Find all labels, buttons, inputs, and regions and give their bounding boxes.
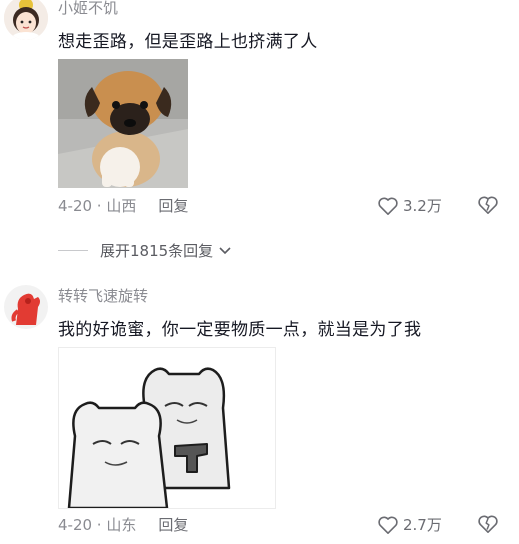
comment-image-meme[interactable] (58, 347, 276, 509)
reply-button[interactable]: 回复 (158, 195, 188, 216)
comment-image-puppy[interactable] (58, 59, 188, 188)
puppy-photo-icon (58, 59, 188, 188)
like-button[interactable]: 3.2万 (377, 195, 442, 216)
avatar-red-figure-icon (4, 285, 48, 329)
comment-text: 想走歪路，但是歪路上也挤满了人 (58, 32, 318, 52)
comment-username[interactable]: 小姬不饥 (58, 0, 118, 18)
expand-replies-label: 展开1815条回复 (100, 242, 214, 260)
chevron-down-icon (219, 246, 231, 254)
like-button[interactable]: 2.7万 (377, 514, 442, 535)
meme-cats-icon (59, 348, 275, 508)
dislike-button[interactable] (477, 514, 499, 538)
comment-text: 我的好诡蜜，你一定要物质一点，就当是为了我 (58, 320, 422, 340)
like-count: 3.2万 (403, 197, 442, 215)
comment-meta: 4-20 · 山东 回复 (58, 514, 188, 535)
avatar-cartoon-girl-icon (4, 0, 48, 40)
broken-heart-icon (478, 515, 498, 533)
dislike-button[interactable] (477, 195, 499, 219)
expand-replies-button[interactable]: 展开1815条回复 (58, 240, 231, 261)
reply-button[interactable]: 回复 (158, 514, 188, 535)
avatar[interactable] (4, 285, 48, 329)
avatar[interactable] (4, 0, 48, 40)
comment-meta: 4-20 · 山西 回复 (58, 195, 188, 216)
comment-date-location: 4-20 · 山东 (58, 516, 137, 534)
divider-line (58, 250, 88, 251)
like-count: 2.7万 (403, 516, 442, 534)
comment-username[interactable]: 转转飞速旋转 (58, 285, 148, 306)
heart-outline-icon (378, 516, 398, 534)
broken-heart-icon (478, 196, 498, 214)
comment-date-location: 4-20 · 山西 (58, 197, 137, 215)
heart-outline-icon (378, 197, 398, 215)
